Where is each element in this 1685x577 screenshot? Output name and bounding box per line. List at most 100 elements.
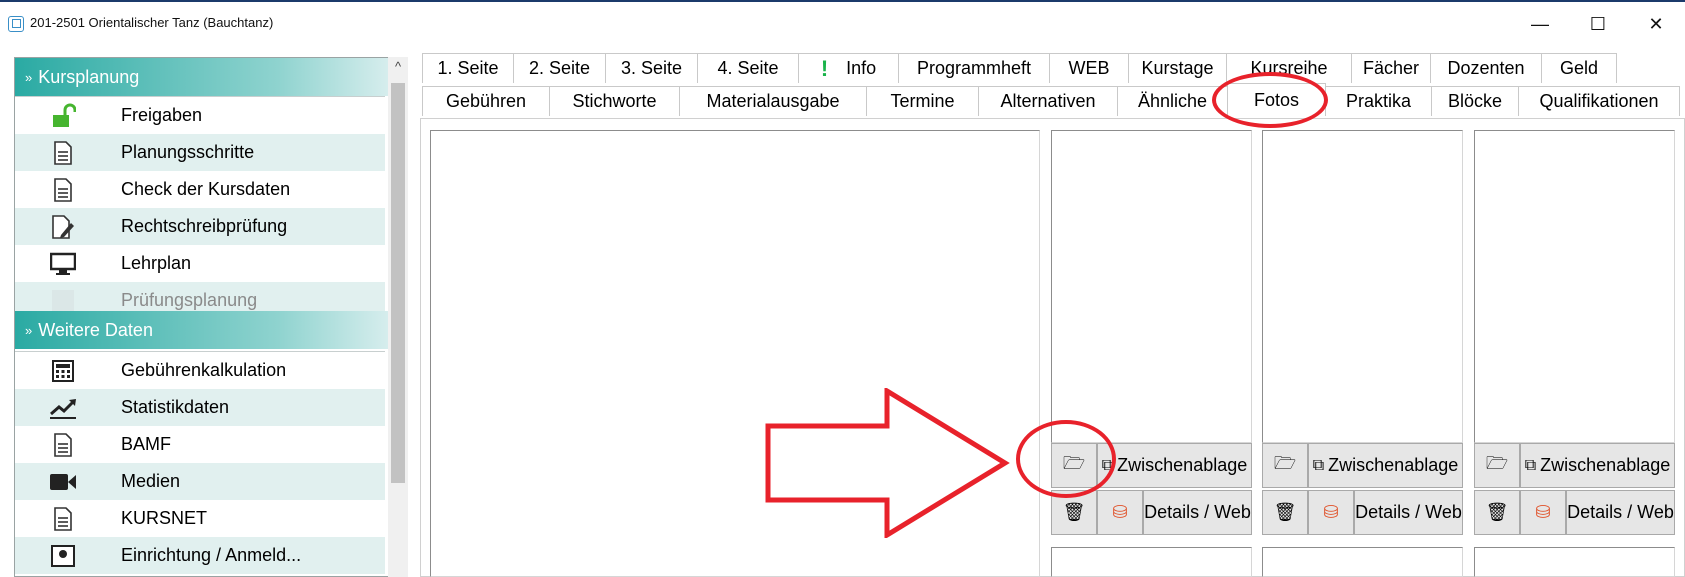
close-button[interactable]: ✕	[1636, 10, 1676, 38]
open-file-button[interactable]: 🗁	[1262, 443, 1308, 488]
tab-qualifikationen[interactable]: Qualifikationen	[1518, 86, 1680, 116]
tab-stichworte[interactable]: Stichworte	[549, 86, 680, 116]
database-icon: ⛁	[1535, 502, 1551, 522]
nav-item-planungsschritte[interactable]: Planungsschritte	[15, 134, 385, 171]
tab-seite-1[interactable]: 1. Seite	[422, 53, 514, 83]
tab-seite-4[interactable]: 4. Seite	[697, 53, 799, 83]
database-button[interactable]: ⛁	[1097, 490, 1143, 535]
tab-alternativen[interactable]: Alternativen	[978, 86, 1118, 116]
nav-item-label: Freigaben	[121, 105, 203, 125]
tab-row-1: 1. Seite 2. Seite 3. Seite 4. Seite ! In…	[422, 53, 1617, 83]
app-cube-icon	[8, 16, 24, 32]
tab-web[interactable]: WEB	[1049, 53, 1129, 83]
monitor-icon	[49, 250, 77, 278]
nav-item-label: Planungsschritte	[121, 142, 255, 162]
document-icon	[49, 431, 77, 459]
tab-kurstage[interactable]: Kurstage	[1128, 53, 1227, 83]
nav-item-label: Prüfungsplanung	[121, 290, 258, 310]
database-button[interactable]: ⛁	[1520, 490, 1566, 535]
group-label: Kursplanung	[38, 66, 140, 87]
tab-row-2: Gebühren Stichworte Materialausgabe Term…	[422, 83, 1680, 116]
tab-info[interactable]: ! Info	[798, 53, 899, 83]
calculator-icon	[49, 357, 77, 385]
nav-item-rechtschreibpruefung[interactable]: Rechtschreibprüfung	[15, 208, 385, 245]
nav-item-label: Einrichtung / Anmeld...	[121, 545, 302, 565]
nav-item-label: Medien	[121, 471, 181, 491]
nav-item-label: Lehrplan	[121, 253, 192, 273]
delete-button[interactable]: 🗑	[1262, 490, 1308, 535]
tab-faecher[interactable]: Fächer	[1351, 53, 1431, 83]
tab-geld[interactable]: Geld	[1541, 53, 1617, 83]
group-header-weitere-daten[interactable]: » Weitere Daten	[15, 311, 391, 349]
clipboard-button[interactable]: ⧉ Zwischenablage	[1097, 443, 1252, 488]
annotation-circle-open-button	[1016, 420, 1116, 498]
clipboard-icon: ⧉	[1524, 456, 1537, 474]
photo-slot-6[interactable]	[1474, 547, 1675, 577]
nav-item-bamf[interactable]: BAMF	[15, 426, 385, 463]
clipboard-icon: ⧉	[1312, 456, 1325, 474]
trash-icon: 🗑	[1273, 502, 1297, 522]
nav-item-kursnet[interactable]: KURSNET	[15, 500, 385, 537]
open-file-button[interactable]: 🗁	[1474, 443, 1520, 488]
group-label: Weitere Daten	[38, 319, 153, 340]
tab-dozenten[interactable]: Dozenten	[1430, 53, 1542, 83]
document-icon	[49, 176, 77, 204]
clipboard-label: Zwischenablage	[1117, 455, 1248, 475]
document-icon	[49, 505, 77, 533]
title-bar: 201-2501 Orientalischer Tanz (Bauchtanz)…	[0, 0, 1685, 42]
nav-item-freigaben[interactable]: Freigaben	[15, 97, 385, 134]
nav-item-gebuehrenkalkulation[interactable]: Gebührenkalkulation	[15, 352, 385, 389]
photo-slot-5[interactable]	[1262, 547, 1463, 577]
tab-info-label: Info	[846, 58, 877, 78]
clipboard-label: Zwischenablage	[1328, 455, 1459, 475]
delete-button[interactable]: 🗑	[1474, 490, 1520, 535]
navigation-panel: » Kursplanung Freigaben Planungsschritte…	[14, 57, 394, 577]
nav-item-einrichtung-anmeldung[interactable]: Einrichtung / Anmeld...	[15, 537, 385, 574]
unlock-icon	[49, 102, 77, 130]
database-icon: ⛁	[1112, 502, 1128, 522]
document-icon	[49, 139, 77, 167]
tab-praktika[interactable]: Praktika	[1325, 86, 1432, 116]
tab-materialausgabe[interactable]: Materialausgabe	[679, 86, 867, 116]
chevron-collapse-icon: »	[25, 69, 33, 85]
nav-item-label: Gebührenkalkulation	[121, 360, 287, 380]
navigation-scrollbar[interactable]: ^	[388, 57, 408, 577]
group-header-kursplanung[interactable]: » Kursplanung	[15, 58, 391, 96]
details-web-button[interactable]: Details / Web	[1143, 490, 1252, 535]
photo-slot-2[interactable]	[1262, 130, 1463, 443]
clipboard-label: Zwischenablage	[1540, 455, 1671, 475]
nav-item-check-kursdaten[interactable]: Check der Kursdaten	[15, 171, 385, 208]
nav-item-label: Rechtschreibprüfung	[121, 216, 288, 236]
clipboard-button[interactable]: ⧉ Zwischenablage	[1520, 443, 1675, 488]
tab-seite-3[interactable]: 3. Seite	[605, 53, 698, 83]
tab-bloecke[interactable]: Blöcke	[1431, 86, 1519, 116]
chart-line-icon	[49, 394, 77, 422]
chevron-collapse-icon: »	[25, 322, 33, 338]
scroll-up-arrow-icon[interactable]: ^	[388, 59, 408, 79]
tab-seite-2[interactable]: 2. Seite	[513, 53, 606, 83]
nav-item-lehrplan[interactable]: Lehrplan	[15, 245, 385, 282]
video-camera-icon	[49, 468, 77, 496]
tab-termine[interactable]: Termine	[866, 86, 979, 116]
nav-item-label: KURSNET	[121, 508, 208, 528]
tab-gebuehren[interactable]: Gebühren	[422, 86, 550, 116]
maximize-button[interactable]: ☐	[1578, 10, 1618, 38]
clipboard-button[interactable]: ⧉ Zwischenablage	[1308, 443, 1463, 488]
photo-slot-4[interactable]	[1051, 547, 1252, 577]
nav-item-statistikdaten[interactable]: Statistikdaten	[15, 389, 385, 426]
annotation-arrow	[765, 388, 1010, 538]
minimize-button[interactable]: —	[1520, 10, 1560, 38]
trash-icon: 🗑	[1062, 502, 1086, 522]
folder-open-icon: 🗁	[1273, 452, 1297, 473]
contact-card-icon	[49, 542, 77, 570]
nav-item-medien[interactable]: Medien	[15, 463, 385, 500]
details-web-button[interactable]: Details / Web	[1354, 490, 1463, 535]
tab-programmheft[interactable]: Programmheft	[898, 53, 1050, 83]
nav-item-label: BAMF	[121, 434, 172, 454]
window-title: 201-2501 Orientalischer Tanz (Bauchtanz)	[30, 15, 274, 30]
scrollbar-thumb[interactable]	[391, 83, 405, 483]
photo-slot-3[interactable]	[1474, 130, 1675, 443]
database-button[interactable]: ⛁	[1308, 490, 1354, 535]
photo-slot-1[interactable]	[1051, 130, 1252, 443]
details-web-button[interactable]: Details / Web	[1566, 490, 1675, 535]
